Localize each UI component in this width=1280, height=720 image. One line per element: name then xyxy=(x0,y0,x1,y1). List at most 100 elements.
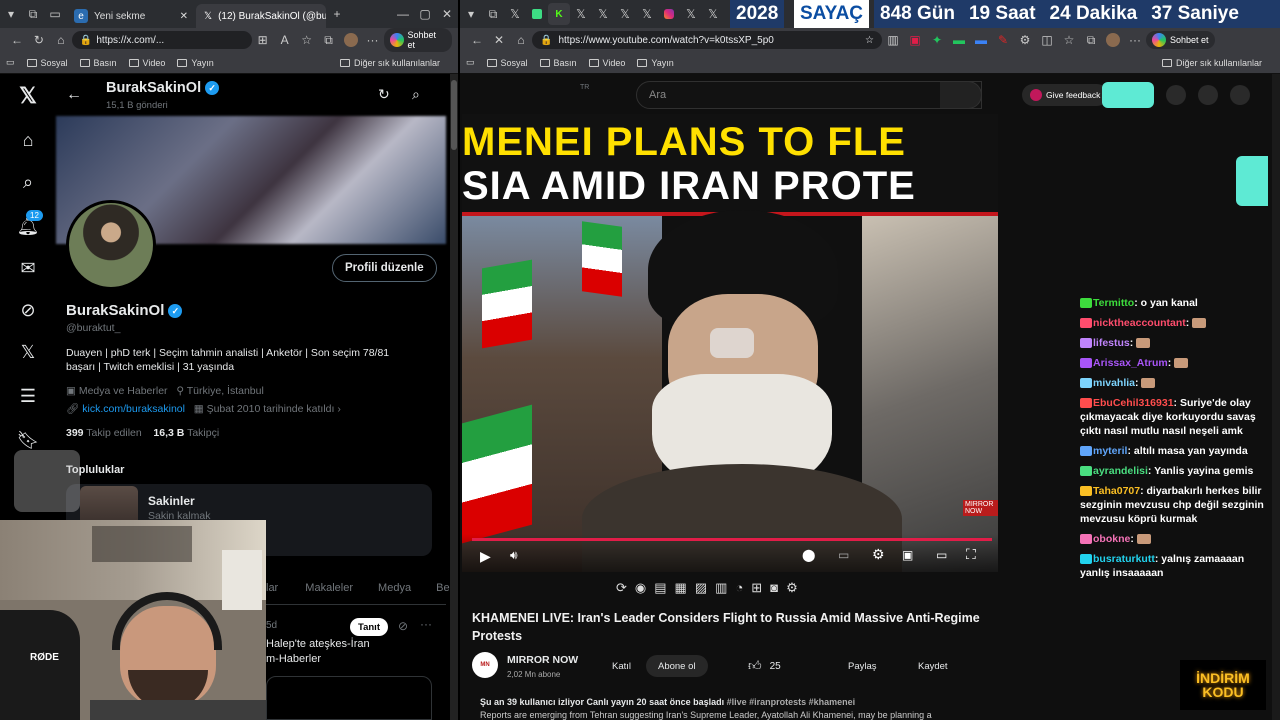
extension-badge[interactable] xyxy=(1102,82,1154,108)
chat-username[interactable]: busraturkutt xyxy=(1093,553,1155,565)
bookmark-folder[interactable]: Basın xyxy=(539,58,577,68)
favorite-icon[interactable]: ☆ xyxy=(865,35,874,46)
channel-avatar[interactable]: MN xyxy=(472,652,498,678)
share-button[interactable]: Paylaş xyxy=(838,655,887,677)
more-icon[interactable]: ··· xyxy=(420,617,432,631)
film-icon[interactable]: ▦ xyxy=(675,580,687,596)
reader-icon[interactable]: A xyxy=(274,29,296,51)
extension-icon[interactable]: ▬ xyxy=(970,29,992,51)
more-icon[interactable]: ··· xyxy=(1124,29,1146,51)
favorites-icon[interactable]: ☆ xyxy=(1058,29,1080,51)
collections-icon[interactable]: ⧉ xyxy=(1080,29,1102,51)
chat-username[interactable]: Taha0707 xyxy=(1093,485,1140,497)
tab-instagram-icon[interactable] xyxy=(658,3,680,25)
tab-x-profile[interactable]: 𝕏 (12) BurakSakinOl (@bura ✕ xyxy=(196,4,326,28)
save-button[interactable]: Kaydet xyxy=(908,655,958,677)
messages-icon[interactable]: ✉ xyxy=(16,256,40,280)
miniplayer-icon[interactable]: ▣ xyxy=(902,548,913,562)
tab-articles[interactable]: Makaleler xyxy=(305,582,353,594)
tab-x-3[interactable]: 𝕏 xyxy=(592,3,614,25)
communities-icon[interactable] xyxy=(14,450,80,512)
screenshot-icon[interactable]: ◙ xyxy=(770,580,778,596)
theater-icon[interactable]: ▭ xyxy=(936,548,947,562)
workspaces-icon[interactable]: ⧉ xyxy=(482,3,504,25)
profile-avatar[interactable] xyxy=(1102,29,1124,51)
tab-x-1[interactable]: 𝕏 xyxy=(504,3,526,25)
premium-x-icon[interactable]: 𝕏 xyxy=(16,340,40,364)
chat-username[interactable]: ayrandelisi xyxy=(1093,465,1148,477)
chat-username[interactable]: obokne xyxy=(1093,533,1130,545)
maximize-icon[interactable]: ▢ xyxy=(414,3,436,25)
bookmark-folder[interactable]: Video xyxy=(588,58,625,68)
loop-icon[interactable]: ⟳ xyxy=(616,580,627,596)
chat-username[interactable]: nicktheaccountant xyxy=(1093,317,1186,329)
bookmark-folder[interactable]: Sosyal xyxy=(26,58,68,68)
frame-icon[interactable]: ▥ xyxy=(715,580,727,596)
notifications-icon[interactable] xyxy=(1198,85,1218,105)
tab-x-4[interactable]: 𝕏 xyxy=(614,3,636,25)
join-button[interactable]: Katıl xyxy=(600,655,643,677)
x-logo-icon[interactable]: 𝕏 xyxy=(16,83,40,108)
bookmark-reading-icon[interactable]: ▭ xyxy=(6,57,15,68)
grok-icon[interactable]: ⊘ xyxy=(16,298,40,322)
chat-username[interactable]: EbuCehil316931 xyxy=(1093,397,1174,409)
hashtags[interactable]: #live #iranprotests #khamenei xyxy=(727,697,856,707)
chat-username[interactable]: myteril xyxy=(1093,445,1127,457)
stop-loading-icon[interactable]: ✕ xyxy=(488,29,510,51)
picture-icon[interactable]: ▨ xyxy=(695,580,707,596)
extension-icon[interactable]: ▥ xyxy=(882,29,904,51)
like-button[interactable]: 👍︎ 25 xyxy=(736,655,793,677)
bookmark-folder[interactable]: Sosyal xyxy=(486,58,528,68)
close-window-icon[interactable]: ✕ xyxy=(436,3,458,25)
settings-icon[interactable]: ⚙ xyxy=(872,546,885,563)
chat-username[interactable]: mivahlia xyxy=(1093,377,1135,389)
chat-username[interactable]: Termitto xyxy=(1093,297,1134,309)
tab-x-2[interactable]: 𝕏 xyxy=(570,3,592,25)
tab-media[interactable]: Medya xyxy=(378,582,411,594)
left-scrollbar-track[interactable] xyxy=(450,74,458,720)
tab-kick-icon[interactable]: K xyxy=(548,3,570,25)
add-icon[interactable]: ⊞ xyxy=(751,580,762,596)
side-extension-tab[interactable] xyxy=(1236,156,1268,206)
back-icon[interactable]: ← xyxy=(6,29,28,51)
back-arrow-icon[interactable]: ← xyxy=(66,86,82,104)
more-icon[interactable]: ··· xyxy=(362,29,384,51)
autoplay-toggle[interactable]: ⬤ xyxy=(802,548,815,562)
following-count[interactable]: 399 xyxy=(66,427,84,439)
promo-badge[interactable]: İNDİRİM KODU xyxy=(1180,660,1266,710)
progress-bar[interactable] xyxy=(472,538,992,541)
settings-icon[interactable]: ⚙ xyxy=(786,580,798,596)
bookmarks-icon[interactable]: 🔖︎ xyxy=(16,428,40,452)
sohbet-button[interactable]: Sohbet et xyxy=(383,28,452,52)
new-tab-button[interactable]: + xyxy=(326,3,348,25)
home-icon[interactable]: ⌂ xyxy=(50,29,72,51)
search-input[interactable]: Ara xyxy=(636,81,982,109)
bookmark-folder[interactable]: Yayın xyxy=(177,58,214,68)
workspaces-icon[interactable]: ⧉ xyxy=(22,3,44,25)
refresh-icon[interactable]: ↻ xyxy=(28,29,50,51)
url-input[interactable]: 🔒 https://www.youtube.com/watch?v=k0tssX… xyxy=(532,31,882,49)
tab-android-icon[interactable] xyxy=(526,3,548,25)
video-player[interactable]: MENEI PLANS TO FLE SIA AMID IRAN PROTE M… xyxy=(462,114,998,572)
lists-icon[interactable]: ☰ xyxy=(16,384,40,408)
tab-actions-icon[interactable]: ▾ xyxy=(0,3,22,25)
other-bookmarks-folder[interactable]: Diğer sık kullanılanlar xyxy=(339,58,440,68)
refresh-icon[interactable]: ↻ xyxy=(378,86,390,103)
tab-x-5[interactable]: 𝕏 xyxy=(636,3,658,25)
chat-username[interactable]: lifestus xyxy=(1093,337,1130,349)
translate-button[interactable]: Tanıt xyxy=(350,618,388,636)
bookmark-folder[interactable]: Yayın xyxy=(637,58,674,68)
bookmark-folder[interactable]: Video xyxy=(128,58,165,68)
url-input[interactable]: 🔒 https://x.com/... xyxy=(71,31,252,49)
play-button-overlay[interactable] xyxy=(710,328,754,358)
split-screen-icon[interactable]: ◫ xyxy=(1036,29,1058,51)
minimize-icon[interactable]: — xyxy=(392,3,414,25)
followers-count[interactable]: 16,3 B xyxy=(153,427,184,439)
back-icon[interactable]: ← xyxy=(466,29,488,51)
close-icon[interactable]: ✕ xyxy=(180,11,188,22)
speed-icon[interactable]: ◔ xyxy=(735,580,743,596)
bookmark-reading-icon[interactable]: ▭ xyxy=(466,57,475,68)
tab-actions-icon[interactable]: ▾ xyxy=(460,3,482,25)
extension-icon[interactable]: ✎ xyxy=(992,29,1014,51)
extension-icon[interactable]: ⚙ xyxy=(1014,29,1036,51)
